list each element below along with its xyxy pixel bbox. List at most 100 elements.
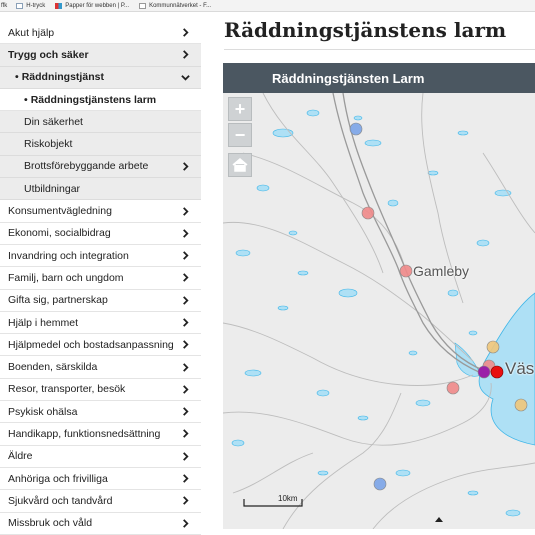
- sidebar-item-psykisk-ohalsa[interactable]: Psykisk ohälsa: [0, 401, 201, 424]
- lake-shape: [317, 470, 329, 476]
- sidebar-item-label: Brottsförebyggande arbete: [24, 160, 149, 173]
- bookmark-label: H-tryck: [26, 2, 46, 9]
- sidebar-item-brottsforebyggande-arbete[interactable]: Brottsförebyggande arbete: [0, 155, 201, 179]
- alarm-marker-blue[interactable]: [349, 122, 363, 136]
- alarm-marker-blue[interactable]: [373, 477, 387, 491]
- lake-shape: [427, 170, 439, 176]
- chevron-right-icon[interactable]: [180, 429, 190, 439]
- chevron-right-icon[interactable]: [180, 228, 190, 238]
- chevron-right-icon[interactable]: [180, 28, 190, 38]
- chevron-right-icon[interactable]: [180, 362, 190, 372]
- page-title: Räddningstjänstens larm: [224, 18, 507, 42]
- sidebar-item-gifta-sig-partnerskap[interactable]: Gifta sig, partnerskap: [0, 290, 201, 312]
- sidebar-item-label: Konsumentvägledning: [8, 205, 112, 218]
- caret-up-icon[interactable]: [435, 517, 443, 522]
- sidebar-item-label: Anhöriga och frivilliga: [8, 472, 108, 485]
- sidebar-item-raddningstjanstens-larm[interactable]: • Räddningstjänstens larm: [0, 88, 201, 112]
- bullet-icon: •: [15, 71, 19, 84]
- lake-shape: [256, 184, 270, 192]
- alarm-marker-yellow[interactable]: [514, 398, 528, 412]
- sidebar-item-label: Ekonomi, socialbidrag: [8, 227, 111, 240]
- sidebar-item-label: Räddningstjänst: [21, 71, 104, 84]
- map-canvas[interactable]: [223, 93, 535, 529]
- alarm-marker-pink[interactable]: [361, 206, 375, 220]
- chevron-right-icon[interactable]: [180, 273, 190, 283]
- chevron-right-icon[interactable]: [180, 451, 190, 461]
- bookmark-kommunnatverket[interactable]: Kommunnätverket - F...: [139, 2, 212, 9]
- sidebar-item-hjalpmedel-och-bostadsanpassning[interactable]: Hjälpmedel och bostadsanpassning: [0, 334, 201, 357]
- sidebar-item-handikapp-funktionsnedsattning[interactable]: Handikapp, funktionsnedsättning: [0, 423, 201, 446]
- alarm-map[interactable]: + − Gamleby Väs 10km: [223, 93, 535, 529]
- lake-shape: [244, 369, 262, 377]
- sidebar-item-invandring-och-integration[interactable]: Invandring och integration: [0, 245, 201, 268]
- lake-shape: [408, 350, 418, 356]
- lake-shape: [357, 415, 369, 421]
- sidebar-item-hjalp-i-hemmet[interactable]: Hjälp i hemmet: [0, 312, 201, 335]
- page-icon: [139, 2, 147, 9]
- zoom-in-button[interactable]: +: [228, 97, 252, 121]
- sidebar-item-label: Sjukvård och tandvård: [8, 494, 113, 507]
- home-button[interactable]: [228, 153, 252, 177]
- bookmark-label: Kommunnätverket - F...: [149, 2, 212, 9]
- sidebar-item-ekonomi-socialbidrag[interactable]: Ekonomi, socialbidrag: [0, 223, 201, 245]
- lake-shape: [235, 249, 251, 257]
- sidebar-item-aldre[interactable]: Äldre: [0, 446, 201, 468]
- sidebar-item-boenden-sarskilda[interactable]: Boenden, särskilda: [0, 356, 201, 379]
- chevron-right-icon[interactable]: [180, 206, 190, 216]
- chevron-right-icon[interactable]: [180, 295, 190, 305]
- sidebar-item-label: Boenden, särskilda: [8, 361, 98, 374]
- alarm-marker-pink[interactable]: [399, 264, 413, 278]
- sidebar-item-riskobjekt[interactable]: Riskobjekt: [0, 133, 201, 156]
- sidebar-item-label: Äldre: [8, 450, 33, 463]
- chevron-right-icon[interactable]: [180, 318, 190, 328]
- alarm-marker-yellow[interactable]: [486, 340, 500, 354]
- sidebar-item-utbildningar[interactable]: Utbildningar: [0, 178, 201, 201]
- chevron-right-icon[interactable]: [180, 340, 190, 350]
- alarm-marker-purple[interactable]: [477, 365, 491, 379]
- sidebar-item-resor-transporter-besok[interactable]: Resor, transporter, besök: [0, 379, 201, 402]
- chevron-down-icon[interactable]: [180, 72, 190, 82]
- scale-label: 10km: [278, 494, 298, 503]
- chevron-right-icon[interactable]: [180, 496, 190, 506]
- map-title-bar: Räddningstjänsten Larm: [223, 63, 535, 93]
- title-divider: [224, 49, 535, 50]
- lake-shape: [353, 115, 363, 121]
- alarm-marker-red[interactable]: [490, 365, 504, 379]
- chevron-right-icon[interactable]: [180, 50, 190, 60]
- sidebar-item-anhoriga-och-frivilliga[interactable]: Anhöriga och frivilliga: [0, 468, 201, 491]
- zoom-out-button[interactable]: −: [228, 123, 252, 147]
- bookmarks-bar: ffk H-tryck Papper för webben | P... Kom…: [0, 0, 535, 12]
- bookmark-ffk[interactable]: ffk: [1, 3, 7, 9]
- lake-shape: [415, 399, 431, 407]
- sidebar-item-akut-hjalp[interactable]: Akut hjälp: [0, 22, 201, 45]
- alarm-marker-pink[interactable]: [446, 381, 460, 395]
- map-label-vastervik: Väs: [505, 359, 535, 378]
- lake-shape: [338, 288, 358, 298]
- sidebar-item-familj-barn-och-ungdom[interactable]: Familj, barn och ungdom: [0, 267, 201, 290]
- lake-shape: [494, 189, 512, 197]
- chevron-right-icon[interactable]: [180, 518, 190, 528]
- sidebar-item-missbruk-och-vald[interactable]: Missbruk och våld: [0, 513, 201, 535]
- sidebar-item-sjukvard-och-tandvard[interactable]: Sjukvård och tandvård: [0, 490, 201, 513]
- lake-shape: [457, 130, 469, 136]
- minus-icon: −: [234, 124, 246, 145]
- sidebar-item-raddningstjanst[interactable]: • Räddningstjänst: [0, 66, 201, 89]
- lake-shape: [467, 490, 479, 496]
- home-icon: [232, 158, 248, 172]
- chevron-right-icon[interactable]: [180, 384, 190, 394]
- sidebar-item-konsumentvagledning[interactable]: Konsumentvägledning: [0, 200, 201, 223]
- sidebar-item-trygg-och-saker[interactable]: Trygg och säker: [0, 44, 201, 67]
- lake-shape: [364, 139, 382, 147]
- chevron-right-icon[interactable]: [180, 474, 190, 484]
- chevron-right-icon[interactable]: [180, 251, 190, 261]
- chevron-right-icon[interactable]: [180, 161, 190, 171]
- bookmark-h-tryck[interactable]: H-tryck: [16, 2, 46, 9]
- bookmark-papper[interactable]: Papper för webben | P...: [55, 2, 129, 9]
- lake-shape: [297, 270, 309, 276]
- lake-shape: [288, 230, 298, 236]
- sidebar-item-label: Trygg och säker: [8, 48, 89, 61]
- sidebar-item-label: Resor, transporter, besök: [8, 383, 126, 396]
- sidebar-item-label: Räddningstjänstens larm: [30, 93, 157, 106]
- chevron-right-icon[interactable]: [180, 407, 190, 417]
- sidebar-item-din-sakerhet[interactable]: Din säkerhet: [0, 111, 201, 134]
